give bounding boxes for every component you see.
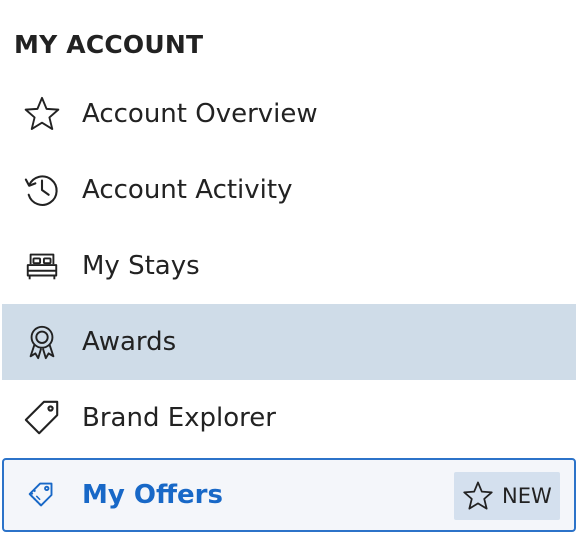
tag-icon: [22, 398, 62, 438]
menu-item-label: Brand Explorer: [82, 403, 276, 433]
menu-item-label: Account Overview: [82, 99, 318, 129]
badge-label: NEW: [502, 484, 552, 508]
star-icon: [22, 94, 62, 134]
menu-item-label: My Offers: [82, 480, 223, 510]
menu-item-label: My Stays: [82, 251, 200, 281]
history-clock-icon: [22, 170, 62, 210]
offers-tag-icon: [22, 475, 62, 515]
menu-item-my-stays[interactable]: My Stays: [2, 228, 576, 304]
menu-item-awards[interactable]: Awards: [2, 304, 576, 380]
new-badge: NEW: [454, 472, 560, 520]
menu-item-label: Awards: [82, 327, 177, 357]
menu-item-account-activity[interactable]: Account Activity: [2, 152, 576, 228]
bed-icon: [22, 246, 62, 286]
badge-star-icon: [463, 481, 493, 510]
section-heading: MY ACCOUNT: [14, 30, 204, 59]
menu-item-account-overview[interactable]: Account Overview: [2, 76, 576, 152]
menu-item-label: Account Activity: [82, 175, 293, 205]
menu-item-brand-explorer[interactable]: Brand Explorer: [2, 380, 576, 456]
award-ribbon-icon: [22, 322, 62, 362]
menu-item-my-offers[interactable]: My Offers NEW: [2, 458, 576, 532]
account-sidebar: MY ACCOUNT Account Overview Account Acti…: [0, 0, 584, 538]
account-menu: Account Overview Account Activity My Sta…: [0, 76, 576, 532]
